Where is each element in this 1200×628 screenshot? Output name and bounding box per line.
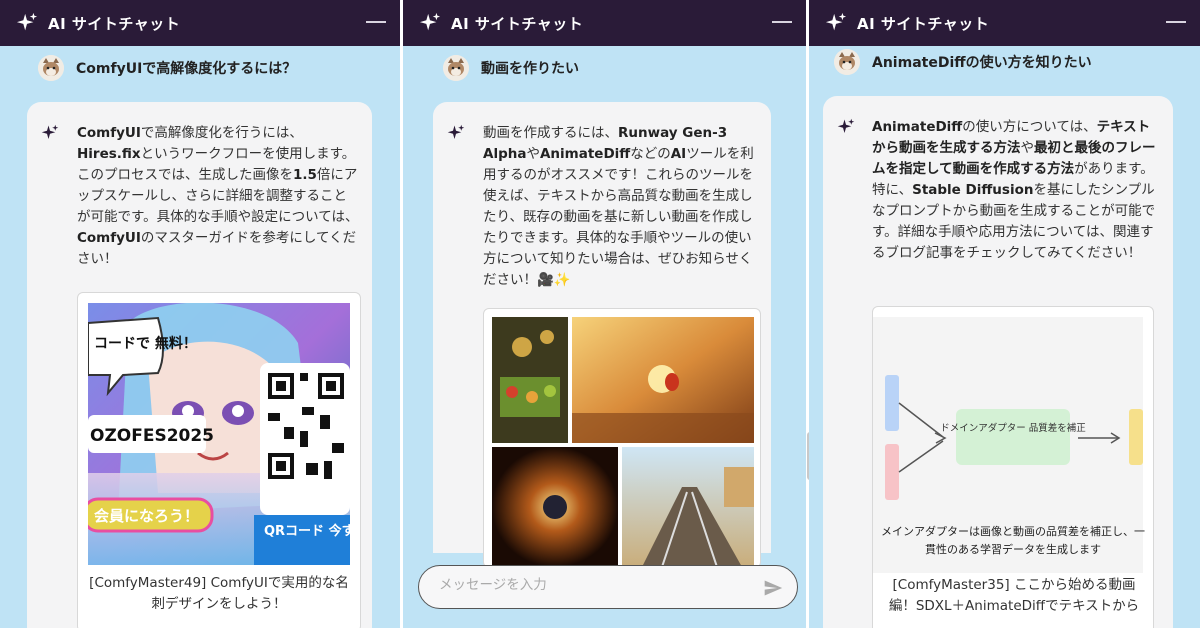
answer-bold-text: 1.5 — [293, 167, 317, 183]
answer-bold-text: AnimateDiff — [872, 119, 963, 135]
user-message: 動画を作りたい — [481, 61, 579, 77]
assistant-bubble: ComfyUIで高解像度化を行うには、Hires.fixというワークフローを使用… — [27, 102, 372, 628]
answer-bold-text: ComfyUI — [77, 125, 141, 141]
answer-bold-text: Hires.fix — [77, 146, 141, 162]
thumbnail-qr-text: QRコード 今すぐアク — [264, 523, 350, 539]
avatar-cat-icon — [834, 49, 860, 75]
sparkle-icon — [825, 12, 847, 31]
minimize-icon[interactable] — [772, 21, 792, 23]
user-message: ComfyUIで高解像度化するには？ — [76, 61, 297, 77]
diagram-caption: メインアダプターは画像と動画の品質差を補正し、一貫性のある学習データを生成します — [881, 525, 1145, 556]
assistant-answer: AnimateDiffの使い方については、テキストから動画を生成する方法や最初と… — [872, 117, 1158, 264]
chat-title: AI サイトチャット — [48, 14, 181, 33]
message-composer — [418, 565, 798, 609]
diagram-box-text: ドメインアダプター 品質差を補正 — [940, 422, 1086, 434]
answer-text: などの — [630, 146, 671, 162]
avatar-cat-icon — [443, 55, 469, 81]
chat-header: AI サイトチャット — [0, 0, 400, 46]
sparkle-icon — [419, 12, 441, 31]
minimize-icon[interactable] — [1166, 21, 1186, 23]
answer-bold-text: AI — [670, 146, 687, 162]
answer-bold-text: AnimateDiff — [539, 146, 631, 162]
answer-bold-text: ComfyUI — [77, 230, 141, 246]
thumbnail-event-text: OZOFES2025 — [90, 426, 214, 446]
answer-text: や — [1020, 140, 1035, 156]
article-thumbnail — [492, 317, 754, 567]
user-message-row: AnimateDiffの使い方を知りたい — [834, 49, 1092, 75]
avatar-cat-icon — [38, 55, 64, 81]
assistant-answer: 動画を作成するには、Runway Gen-3 AlphaやAnimateDiff… — [483, 123, 763, 291]
answer-text: で高解像度化を行うには、 — [140, 125, 303, 141]
article-card[interactable] — [483, 308, 761, 568]
chat-title: AI サイトチャット — [857, 14, 990, 33]
answer-bold-text: Stable Diffusion — [912, 182, 1034, 198]
article-card[interactable]: ドメインアダプター 品質差を補正 メインアダプターは画像と動画の品質差を補正し、… — [872, 306, 1154, 628]
assistant-answer: ComfyUIで高解像度化を行うには、Hires.fixというワークフローを使用… — [77, 123, 359, 270]
chat-panel-2: AI サイトチャット 動画を作りたい 動画を作成するには、Runway Gen-… — [403, 0, 806, 628]
thumbnail-speech-text: コードで 無料！ — [94, 335, 197, 352]
sparkle-icon — [16, 12, 38, 31]
user-message-row: 動画を作りたい — [443, 55, 579, 81]
send-icon[interactable] — [763, 578, 783, 598]
user-message: AnimateDiffの使い方を知りたい — [872, 55, 1092, 71]
message-input[interactable] — [439, 577, 739, 593]
chat-header: AI サイトチャット — [403, 0, 806, 46]
chat-panel-3: AI サイトチャット AnimateDiffの使い方を知りたい AnimateD… — [809, 0, 1200, 628]
article-title[interactable]: [ComfyMaster49] ComfyUIで実用的な名刺デザインをしよう！ — [88, 573, 350, 615]
assistant-bubble: 動画を作成するには、Runway Gen-3 AlphaやAnimateDiff… — [433, 102, 771, 568]
article-thumbnail: コードで 無料！ OZOFES2025 会員になろう！ QRコード 今すぐアク — [88, 303, 350, 565]
thumbnail-join-text: 会員になろう！ — [94, 507, 199, 525]
chat-header: AI サイトチャット — [809, 0, 1200, 46]
sparkle-icon — [41, 124, 59, 139]
answer-text: や — [526, 146, 540, 162]
article-title[interactable]: [ComfyMaster35] ここから始める動画編！SDXL＋AnimateD… — [885, 575, 1143, 617]
user-message-row: ComfyUIで高解像度化するには？ — [38, 55, 296, 81]
chat-panel-1: AI サイトチャット ComfyUIで高解像度化するには？ ComfyUIで高解… — [0, 0, 400, 628]
answer-text: 動画を作成するには、 — [483, 125, 618, 141]
sparkle-icon — [837, 118, 855, 133]
article-card[interactable]: コードで 無料！ OZOFES2025 会員になろう！ QRコード 今すぐアク … — [77, 292, 361, 628]
answer-text: ツールを利用するのがオススメです！これらのツールを使えば、テキストから高品質な動… — [483, 146, 754, 288]
sparkle-icon — [447, 124, 465, 139]
chat-title: AI サイトチャット — [451, 14, 584, 33]
answer-text: の使い方については、 — [962, 119, 1097, 135]
minimize-icon[interactable] — [366, 21, 386, 23]
assistant-bubble: AnimateDiffの使い方については、テキストから動画を生成する方法や最初と… — [823, 96, 1173, 628]
